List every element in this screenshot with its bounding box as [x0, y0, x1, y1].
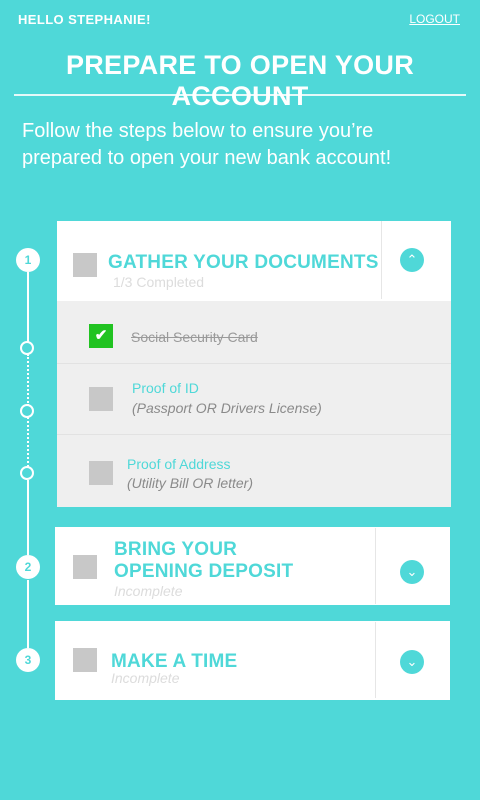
page-title: PREPARE TO OPEN YOUR ACCOUNT: [65, 50, 415, 111]
checkbox[interactable]: [89, 461, 113, 485]
card-divider: [381, 221, 382, 299]
title-divider: [14, 94, 466, 96]
row-divider: [57, 363, 451, 364]
chevron-down-icon[interactable]: ⌄: [400, 560, 424, 584]
step-status: 1/3 Completed: [113, 274, 205, 290]
checkbox[interactable]: [89, 387, 113, 411]
intro-line-2: prepared to open your new bank account!: [22, 147, 392, 169]
step-number-2: 2: [16, 555, 40, 579]
timeline-dotted-line: [27, 417, 29, 467]
timeline-substep-marker: [20, 404, 34, 418]
timeline-substep-marker: [20, 466, 34, 480]
checkbox-checked[interactable]: ✔: [89, 324, 113, 348]
step-title-line-1: BRING YOUR: [114, 539, 238, 560]
timeline-line: [27, 480, 29, 555]
step-checkbox[interactable]: [73, 648, 97, 672]
step-title-line-2: OPENING DEPOSIT: [114, 561, 294, 582]
step-status: Incomplete: [111, 670, 180, 686]
item-label: Proof of Address: [127, 456, 231, 472]
timeline-dotted-line: [27, 354, 29, 406]
item-hint: (Utility Bill OR letter): [127, 475, 254, 491]
timeline-line: [27, 580, 29, 648]
card-divider: [375, 528, 376, 604]
timeline-line: [27, 272, 29, 342]
step-checkbox[interactable]: [73, 555, 97, 579]
greeting-text: HELLO STEPHANIE!: [18, 12, 151, 27]
step-title: GATHER YOUR DOCUMENTS: [108, 252, 379, 273]
intro-line-1: Follow the steps below to ensure you’re: [22, 120, 374, 142]
step-checkbox[interactable]: [73, 253, 97, 277]
step-number-1: 1: [16, 248, 40, 272]
item-label: Proof of ID: [132, 380, 199, 396]
card-divider: [375, 622, 376, 698]
intro-text: Follow the steps below to ensure you’re …: [22, 118, 462, 172]
timeline-substep-marker: [20, 341, 34, 355]
item-hint: (Passport OR Drivers License): [132, 400, 322, 416]
step-title: BRING YOUR OPENING DEPOSIT: [114, 539, 293, 583]
row-divider: [57, 434, 451, 435]
step-number-3: 3: [16, 648, 40, 672]
chevron-up-icon[interactable]: ⌃: [400, 248, 424, 272]
step-status: Incomplete: [114, 583, 183, 599]
chevron-down-icon[interactable]: ⌄: [400, 650, 424, 674]
item-label: Social Security Card: [131, 329, 258, 345]
logout-link[interactable]: LOGOUT: [409, 12, 460, 26]
